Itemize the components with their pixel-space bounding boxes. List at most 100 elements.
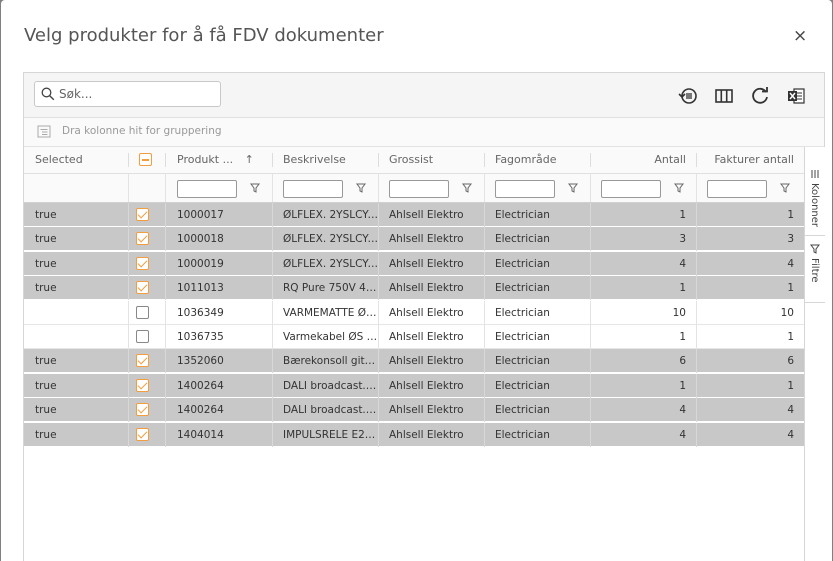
header-fagomrade[interactable]: Fagområde — [484, 147, 590, 173]
cell-grossist: Ahlsell Elektro — [389, 209, 464, 221]
product-grid: Dra kolonne hit for gruppering Selected … — [23, 72, 825, 561]
filter-input-grossist[interactable] — [389, 180, 449, 198]
cell-fagomrade: Electrician — [495, 257, 550, 270]
close-icon[interactable]: × — [793, 26, 807, 46]
cell-produkt: 1352060 — [177, 355, 224, 368]
filters-panel-label: Filtre — [809, 258, 820, 283]
search-icon — [41, 87, 55, 101]
filter-input-fakturer-antall[interactable] — [707, 180, 767, 198]
header-divider[interactable] — [128, 153, 129, 167]
cell-produkt: 1400264 — [177, 404, 224, 417]
cell-produkt: 1000019 — [177, 257, 224, 270]
cell-antall: 1 — [679, 209, 686, 221]
sort-ascending-icon: ↑ — [244, 153, 254, 166]
table-row[interactable]: true 1000017 ØLFLEX. 2YSLCY-JB 3X1,5 1000V… — [24, 203, 804, 227]
cell-fagomrade: Electrician — [495, 331, 550, 343]
history-icon[interactable] — [677, 85, 699, 107]
cell-fagomrade: Electrician — [495, 428, 550, 441]
filter-icon[interactable] — [356, 183, 366, 193]
grouping-icon — [37, 125, 51, 138]
cell-selected: true — [35, 428, 57, 441]
search-box[interactable] — [34, 81, 221, 107]
cell-fagomrade: Electrician — [495, 379, 550, 392]
cell-beskrivelse: RQ Pure 750V 4X2,5 — [283, 282, 378, 295]
cell-beskrivelse: DALI broadcast.1 kanal — [283, 404, 378, 417]
table-row[interactable]: 1036349 VARMEMATTE ØS 100W Ahlsell Elektro… — [24, 300, 804, 325]
search-input[interactable] — [59, 85, 214, 103]
cell-antall: 1 — [679, 331, 686, 343]
cell-fakturer-antall: 6 — [787, 355, 794, 368]
filter-input-antall[interactable] — [601, 180, 661, 198]
header-beskrivelse[interactable]: Beskrivelse — [272, 147, 378, 173]
cell-fagomrade: Electrician — [495, 306, 550, 319]
cell-fakturer-antall: 3 — [787, 233, 794, 246]
cell-antall: 4 — [679, 404, 686, 417]
row-checkbox[interactable] — [136, 305, 149, 319]
filters-panel-tab[interactable]: Filtre — [805, 236, 825, 303]
table-row[interactable]: true 1400264 DALI broadcast.1 kanal Ahlsell… — [24, 398, 804, 423]
filter-icon[interactable] — [674, 183, 684, 193]
filter-input-produkt[interactable] — [177, 180, 237, 198]
cell-antall: 3 — [679, 233, 686, 246]
cell-produkt: 1011013 — [177, 282, 224, 295]
cell-divider — [128, 203, 129, 227]
row-checkbox[interactable] — [136, 330, 149, 343]
cell-divider — [128, 422, 129, 447]
columns-panel-label: Kolonner — [809, 183, 820, 228]
header-produkt[interactable]: Produkt ... ↑ — [166, 147, 272, 173]
columns-icon[interactable] — [713, 85, 735, 107]
cell-grossist: Ahlsell Elektro — [389, 257, 464, 270]
cell-beskrivelse: ØLFLEX. 2YSLCY-JB 3X1,5 1000V — [283, 209, 378, 221]
table-row[interactable]: true 1011013 RQ Pure 750V 4X2,5 Ahlsell Ele… — [24, 276, 804, 301]
cell-divider — [128, 398, 129, 423]
filter-divider — [696, 174, 697, 202]
grouping-drop-area[interactable]: Dra kolonne hit for gruppering — [24, 118, 824, 147]
header-fakturer-antall[interactable]: Fakturer antall — [696, 147, 804, 173]
table-row[interactable]: true 1400264 DALI broadcast.1 kanal Ahlsell… — [24, 373, 804, 398]
filter-icon[interactable] — [250, 183, 260, 193]
columns-panel-icon — [811, 170, 819, 178]
table-row[interactable]: true 1000018 ØLFLEX. 2YSLCY-JB 3X2,5 1000V… — [24, 227, 804, 252]
cell-produkt: 1000017 — [177, 209, 224, 221]
header-antall[interactable]: Antall — [590, 147, 696, 173]
filter-input-fagomrade[interactable] — [495, 180, 555, 198]
row-checkbox[interactable] — [136, 403, 149, 417]
row-checkbox[interactable] — [136, 378, 149, 392]
cell-fagomrade: Electrician — [495, 282, 550, 295]
filter-icon[interactable] — [780, 183, 790, 193]
cell-selected: true — [35, 355, 57, 368]
cell-fakturer-antall: 1 — [787, 331, 794, 343]
table-row[interactable]: true 1352060 Bærekonsoll gitterbane Ahlsell… — [24, 349, 804, 374]
row-checkbox[interactable] — [136, 256, 149, 270]
cell-fakturer-antall: 4 — [787, 257, 794, 270]
cell-beskrivelse: ØLFLEX. 2YSLCY-JB 3X2,5 1000V — [283, 233, 378, 246]
cell-antall: 6 — [679, 355, 686, 368]
table-row[interactable]: true 1000019 ØLFLEX. 2YSLCY-JB 4X1,5 1000V… — [24, 251, 804, 276]
filter-icon[interactable] — [462, 183, 472, 193]
refresh-icon[interactable] — [749, 85, 771, 107]
row-checkbox[interactable] — [136, 354, 149, 368]
table-row[interactable]: true 1404014 IMPULSRELE E290-230-10 Ahlsell… — [24, 422, 804, 447]
filter-icon[interactable] — [568, 183, 578, 193]
cell-beskrivelse: DALI broadcast.1 kanal — [283, 379, 378, 392]
select-all-checkbox[interactable] — [139, 153, 152, 166]
header-selected[interactable]: Selected — [24, 147, 128, 173]
cell-divider — [128, 349, 129, 374]
excel-export-icon[interactable] — [785, 85, 807, 107]
filter-divider — [484, 174, 485, 202]
table-row[interactable]: 1036735 Varmekabel ØS 10W/m Ahlsell Elektr… — [24, 325, 804, 349]
cell-produkt: 1400264 — [177, 379, 224, 392]
row-checkbox[interactable] — [136, 232, 149, 246]
header-produkt-label: Produkt ... — [177, 153, 234, 166]
cell-selected — [24, 301, 128, 325]
cell-fakturer-antall: 1 — [787, 282, 794, 295]
columns-panel-tab[interactable]: Kolonner — [805, 147, 825, 236]
row-checkbox[interactable] — [136, 281, 149, 295]
row-checkbox[interactable] — [136, 208, 149, 221]
filter-input-beskrivelse[interactable] — [283, 180, 343, 198]
row-checkbox[interactable] — [136, 427, 149, 441]
cell-grossist: Ahlsell Elektro — [389, 331, 464, 343]
cell-selected: true — [35, 404, 57, 417]
header-grossist[interactable]: Grossist — [378, 147, 484, 173]
cell-antall: 1 — [679, 379, 686, 392]
